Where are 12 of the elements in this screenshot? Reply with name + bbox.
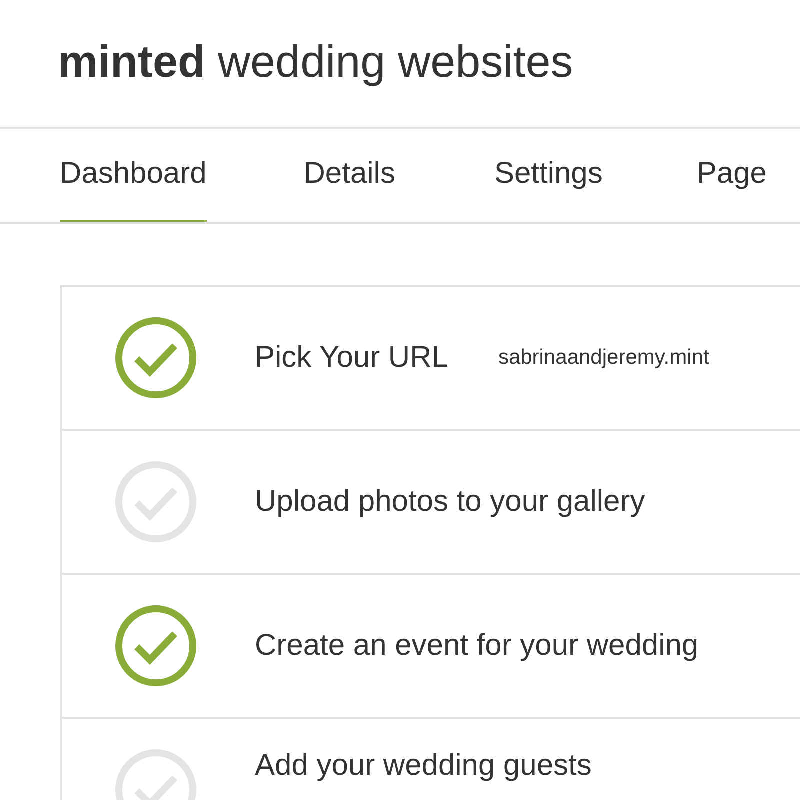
nav-tab[interactable]: Settings bbox=[494, 129, 603, 222]
check-circle-icon[interactable] bbox=[115, 317, 197, 399]
check-circle-icon[interactable] bbox=[115, 605, 197, 687]
nav-tab[interactable]: Dashboard bbox=[60, 129, 207, 222]
task-label: Pick Your URL bbox=[255, 341, 448, 375]
task-label: Add your wedding guests bbox=[255, 749, 592, 783]
nav-tab[interactable]: Page bbox=[696, 129, 767, 222]
site-title: minted wedding websites bbox=[57, 35, 574, 89]
task-label: Upload photos to your gallery bbox=[255, 485, 646, 519]
url-text: sabrinaandjeremy.mint bbox=[498, 346, 710, 370]
task-label: Create an event for your wedding bbox=[255, 629, 699, 663]
nav-tab[interactable]: Details bbox=[304, 129, 396, 222]
